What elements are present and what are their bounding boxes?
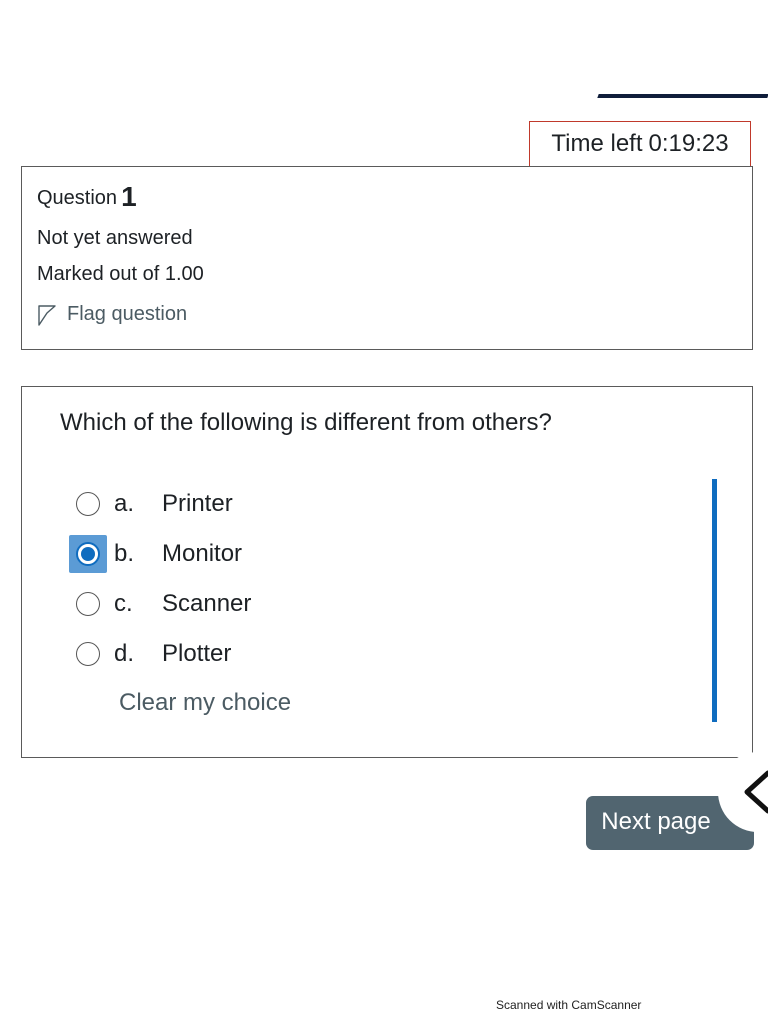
timer-value: 0:19:23: [648, 130, 729, 157]
question-info-panel: Question 1 Not yet answered Marked out of…: [21, 166, 753, 350]
radio-wrapper: [69, 585, 107, 623]
chevron-left-icon: [744, 770, 768, 814]
header-stripe: [597, 94, 768, 98]
question-text: Which of the following is different from…: [60, 409, 552, 436]
question-state: Not yet answered: [37, 227, 193, 249]
radio-focus-ring: [69, 535, 107, 573]
question-grade: Marked out of 1.00: [37, 263, 204, 285]
answer-radio-b[interactable]: [76, 542, 100, 566]
answer-letter: c.: [114, 590, 133, 617]
answer-option-d[interactable]: d. Plotter: [72, 629, 672, 679]
flag-question-link[interactable]: Flag question: [37, 303, 187, 326]
answer-radio-d[interactable]: [76, 642, 100, 666]
radio-wrapper: [69, 485, 107, 523]
flag-question-label: Flag question: [67, 303, 188, 325]
answer-letter: a.: [114, 490, 135, 517]
answer-label: Scanner: [162, 590, 252, 617]
answer-radio-c[interactable]: [76, 592, 100, 616]
answer-letter: b.: [114, 540, 135, 567]
answer-list: a. Printer b. Monitor c. Scanner d. Plot…: [69, 479, 672, 679]
answer-option-c[interactable]: c. Scanner: [72, 579, 672, 629]
flag-outline-icon: [38, 304, 56, 326]
vertical-scrollbar[interactable]: [712, 479, 717, 722]
answer-option-a[interactable]: a. Printer: [72, 479, 672, 529]
answer-letter: d.: [114, 640, 135, 667]
timer-label: Time left: [551, 130, 643, 157]
answer-option-b[interactable]: b. Monitor: [69, 529, 672, 579]
clear-choice-link[interactable]: Clear my choice: [119, 689, 291, 717]
question-number: 1: [121, 181, 137, 212]
answer-label: Plotter: [162, 640, 232, 667]
question-label: Question: [37, 187, 118, 209]
scan-watermark: Scanned with CamScanner: [496, 998, 642, 1012]
quiz-timer: Time left 0:19:23: [529, 121, 751, 167]
question-heading: Question 1: [37, 181, 137, 213]
answer-radio-a[interactable]: [76, 492, 100, 516]
answer-label: Monitor: [162, 540, 243, 567]
radio-wrapper: [69, 635, 107, 673]
answer-label: Printer: [162, 490, 233, 517]
question-content-panel: Which of the following is different from…: [21, 386, 753, 758]
